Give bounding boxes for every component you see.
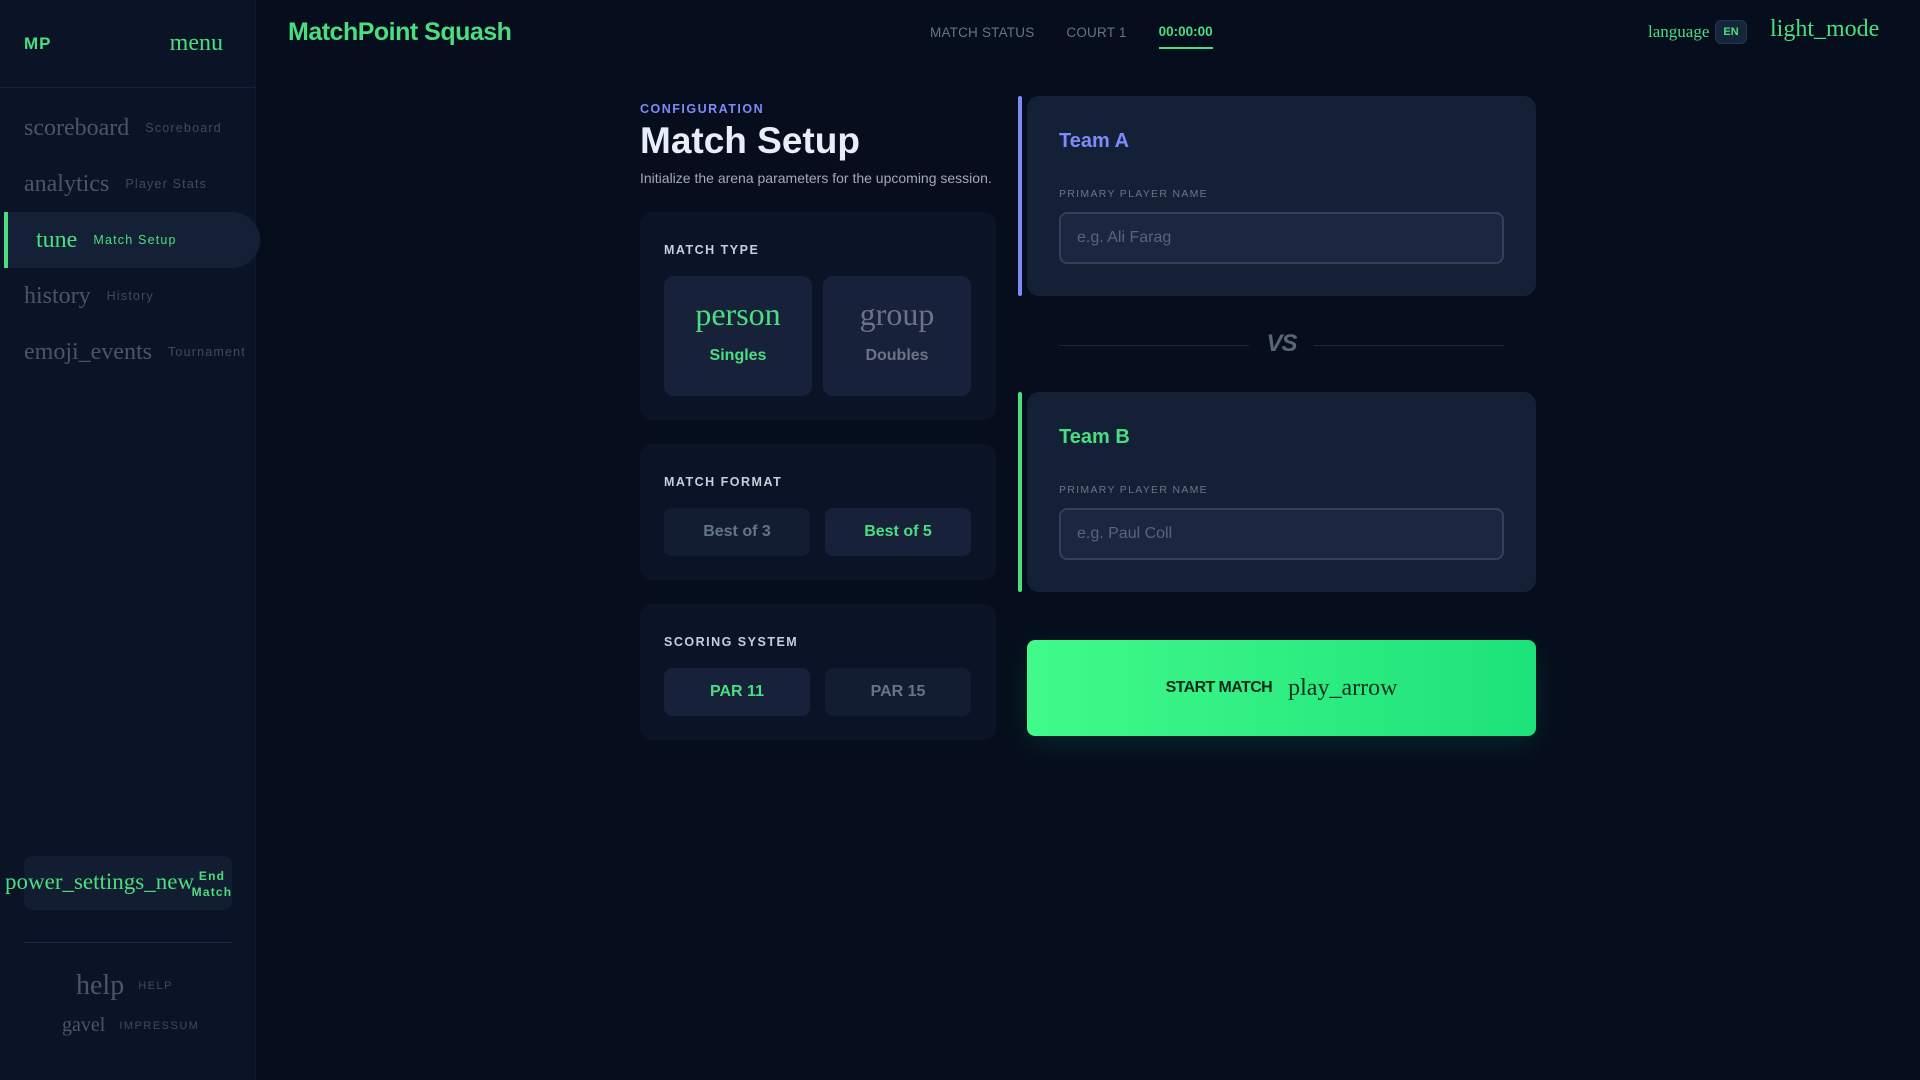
match-format-card: MATCH FORMAT Best of 3 Best of 5: [640, 444, 996, 580]
team-a-name: Team A: [1059, 130, 1130, 152]
section-eyebrow: CONFIGURATION: [640, 102, 765, 116]
help-link[interactable]: help HELP: [76, 970, 173, 1002]
tune-icon: tune: [36, 226, 78, 253]
team-b-accent-bar: [1018, 392, 1022, 592]
sidebar-item-label: Tournament: [167, 345, 246, 359]
sidebar: MP menu scoreboard Scoreboard analytics …: [0, 0, 260, 1080]
scoring-system-label: SCORING SYSTEM: [664, 635, 799, 649]
best-of-5-button[interactable]: Best of 5: [825, 508, 971, 556]
team-a-card: Team A PRIMARY PLAYER NAME: [1018, 96, 1536, 296]
gavel-icon: gavel: [62, 1014, 106, 1036]
impressum-link[interactable]: gavel IMPRESSUM: [62, 1014, 199, 1037]
start-match-label: START MATCH: [1165, 679, 1273, 696]
team-b-card: Team B PRIMARY PLAYER NAME: [1018, 392, 1536, 592]
top-bar: MatchPoint Squash MATCH STATUS COURT 1 0…: [256, 0, 1920, 64]
scoreboard-icon: scoreboard: [24, 114, 130, 141]
nav-match-status[interactable]: MATCH STATUS: [930, 25, 1034, 40]
language-badge: EN: [1715, 20, 1747, 44]
team-a-player-input[interactable]: [1059, 212, 1504, 264]
impressum-label: IMPRESSUM: [119, 1019, 200, 1032]
team-b-player-input[interactable]: [1059, 508, 1504, 560]
best-of-3-button[interactable]: Best of 3: [664, 508, 810, 556]
par-11-button[interactable]: PAR 11: [664, 668, 810, 716]
language-switcher[interactable]: language EN: [1648, 20, 1747, 44]
singles-option[interactable]: person Singles: [664, 276, 812, 396]
end-match-button[interactable]: power_settings_new End Match: [5, 856, 232, 910]
app-logo: MP: [24, 33, 52, 53]
help-label: HELP: [138, 980, 173, 992]
sidebar-item-scoreboard[interactable]: scoreboard Scoreboard: [0, 100, 255, 156]
match-type-label: MATCH TYPE: [664, 243, 760, 257]
person-icon: person: [695, 296, 781, 332]
header-nav: MATCH STATUS COURT 1 00:00:00: [930, 0, 1213, 64]
sidebar-item-match-setup[interactable]: tune Match Setup: [4, 212, 260, 268]
sidebar-item-label: Match Setup: [93, 233, 177, 247]
sidebar-item-history[interactable]: history History: [0, 268, 255, 324]
match-format-label: MATCH FORMAT: [664, 475, 783, 489]
scoring-system-card: SCORING SYSTEM PAR 11 PAR 15: [640, 604, 996, 740]
page-subtitle: Initialize the arena parameters for the …: [640, 170, 992, 186]
sidebar-item-label: History: [106, 289, 154, 303]
versus-divider: VS: [1059, 330, 1504, 360]
end-match-label: End Match: [191, 869, 233, 899]
singles-label: Singles: [709, 347, 767, 364]
sidebar-item-tournament[interactable]: emoji_events Tournament: [0, 324, 255, 380]
language-icon: language: [1648, 22, 1710, 41]
sidebar-divider: [24, 942, 232, 943]
sidebar-item-player-stats[interactable]: analytics Player Stats: [0, 156, 255, 212]
sidebar-item-label: Player Stats: [125, 177, 208, 191]
doubles-label: Doubles: [865, 347, 929, 364]
page-title: Match Setup: [640, 120, 860, 161]
group-icon: group: [859, 296, 935, 332]
power-icon: power_settings_new: [5, 869, 195, 894]
sidebar-header: MP menu: [0, 0, 255, 88]
sidebar-item-label: Scoreboard: [145, 121, 222, 135]
brand-title[interactable]: MatchPoint Squash: [288, 18, 512, 47]
sidebar-nav: scoreboard Scoreboard analytics Player S…: [0, 88, 260, 380]
start-match-button[interactable]: START MATCH play_arrow: [1027, 640, 1536, 736]
match-timer[interactable]: 00:00:00: [1158, 24, 1213, 49]
team-a-accent-bar: [1018, 96, 1022, 296]
vs-label: VS: [1266, 330, 1297, 357]
team-b-name: Team B: [1059, 426, 1130, 448]
match-type-card: MATCH TYPE person Singles group Doubles: [640, 212, 996, 420]
trophy-icon: emoji_events: [24, 338, 152, 365]
light-mode-icon[interactable]: light_mode: [1770, 16, 1879, 43]
par-15-button[interactable]: PAR 15: [825, 668, 971, 716]
vs-line-right: [1314, 345, 1504, 346]
team-b-field-label: PRIMARY PLAYER NAME: [1059, 484, 1208, 496]
menu-icon[interactable]: menu: [170, 30, 223, 57]
nav-court[interactable]: COURT 1: [1066, 25, 1126, 40]
analytics-icon: analytics: [24, 170, 110, 197]
play-arrow-icon: play_arrow: [1288, 674, 1398, 701]
doubles-option[interactable]: group Doubles: [823, 276, 971, 396]
history-icon: history: [24, 282, 91, 309]
help-icon: help: [76, 970, 125, 1001]
team-a-field-label: PRIMARY PLAYER NAME: [1059, 188, 1208, 200]
